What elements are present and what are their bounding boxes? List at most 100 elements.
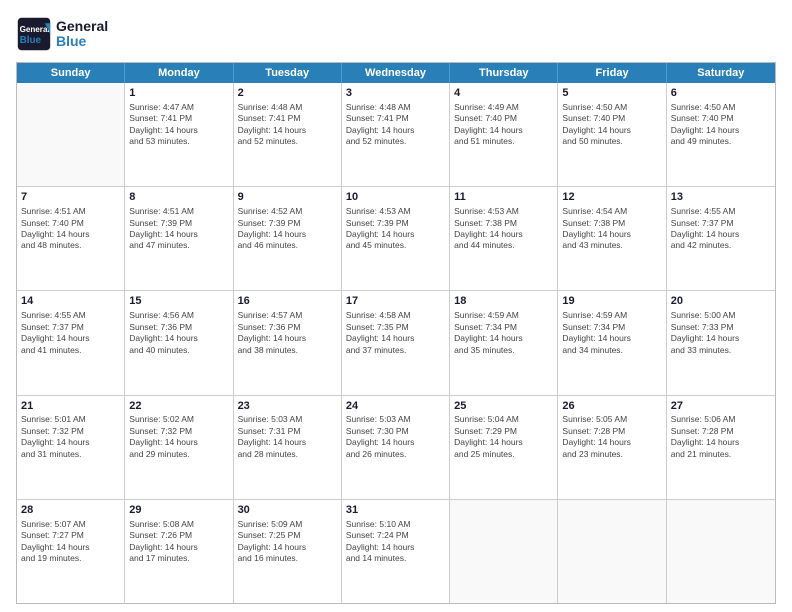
day-info: Sunrise: 4:54 AMSunset: 7:38 PMDaylight:… <box>562 206 661 252</box>
day-info: Sunrise: 4:50 AMSunset: 7:40 PMDaylight:… <box>562 102 661 148</box>
header: General Blue General Blue <box>16 16 776 52</box>
calendar-day-cell: 29Sunrise: 5:08 AMSunset: 7:26 PMDayligh… <box>125 500 233 603</box>
day-info: Sunrise: 4:51 AMSunset: 7:40 PMDaylight:… <box>21 206 120 252</box>
day-info: Sunrise: 4:52 AMSunset: 7:39 PMDaylight:… <box>238 206 337 252</box>
calendar-empty-cell <box>17 83 125 186</box>
day-number: 17 <box>346 294 445 309</box>
calendar-empty-cell <box>558 500 666 603</box>
day-number: 1 <box>129 86 228 101</box>
calendar-day-cell: 12Sunrise: 4:54 AMSunset: 7:38 PMDayligh… <box>558 187 666 290</box>
day-info: Sunrise: 4:53 AMSunset: 7:38 PMDaylight:… <box>454 206 553 252</box>
day-info: Sunrise: 5:02 AMSunset: 7:32 PMDaylight:… <box>129 414 228 460</box>
day-number: 30 <box>238 503 337 518</box>
calendar-day-cell: 28Sunrise: 5:07 AMSunset: 7:27 PMDayligh… <box>17 500 125 603</box>
calendar-empty-cell <box>450 500 558 603</box>
day-number: 26 <box>562 399 661 414</box>
day-info: Sunrise: 5:07 AMSunset: 7:27 PMDaylight:… <box>21 519 120 565</box>
day-info: Sunrise: 5:05 AMSunset: 7:28 PMDaylight:… <box>562 414 661 460</box>
calendar-day-cell: 31Sunrise: 5:10 AMSunset: 7:24 PMDayligh… <box>342 500 450 603</box>
day-number: 15 <box>129 294 228 309</box>
day-number: 12 <box>562 190 661 205</box>
day-info: Sunrise: 4:58 AMSunset: 7:35 PMDaylight:… <box>346 310 445 356</box>
day-number: 13 <box>671 190 771 205</box>
day-info: Sunrise: 5:03 AMSunset: 7:31 PMDaylight:… <box>238 414 337 460</box>
calendar-row: 7Sunrise: 4:51 AMSunset: 7:40 PMDaylight… <box>17 187 775 291</box>
day-info: Sunrise: 5:03 AMSunset: 7:30 PMDaylight:… <box>346 414 445 460</box>
calendar-day-cell: 11Sunrise: 4:53 AMSunset: 7:38 PMDayligh… <box>450 187 558 290</box>
day-number: 5 <box>562 86 661 101</box>
calendar-day-cell: 21Sunrise: 5:01 AMSunset: 7:32 PMDayligh… <box>17 396 125 499</box>
calendar-day-cell: 1Sunrise: 4:47 AMSunset: 7:41 PMDaylight… <box>125 83 233 186</box>
calendar-row: 21Sunrise: 5:01 AMSunset: 7:32 PMDayligh… <box>17 396 775 500</box>
calendar-day-cell: 18Sunrise: 4:59 AMSunset: 7:34 PMDayligh… <box>450 291 558 394</box>
day-info: Sunrise: 5:08 AMSunset: 7:26 PMDaylight:… <box>129 519 228 565</box>
day-number: 4 <box>454 86 553 101</box>
calendar-day-cell: 16Sunrise: 4:57 AMSunset: 7:36 PMDayligh… <box>234 291 342 394</box>
day-number: 24 <box>346 399 445 414</box>
day-number: 14 <box>21 294 120 309</box>
calendar-day-cell: 24Sunrise: 5:03 AMSunset: 7:30 PMDayligh… <box>342 396 450 499</box>
day-info: Sunrise: 4:49 AMSunset: 7:40 PMDaylight:… <box>454 102 553 148</box>
day-number: 25 <box>454 399 553 414</box>
day-number: 19 <box>562 294 661 309</box>
calendar-row: 14Sunrise: 4:55 AMSunset: 7:37 PMDayligh… <box>17 291 775 395</box>
day-number: 16 <box>238 294 337 309</box>
day-info: Sunrise: 4:48 AMSunset: 7:41 PMDaylight:… <box>346 102 445 148</box>
calendar-row: 1Sunrise: 4:47 AMSunset: 7:41 PMDaylight… <box>17 83 775 187</box>
weekday-header: Monday <box>125 63 233 83</box>
calendar-day-cell: 6Sunrise: 4:50 AMSunset: 7:40 PMDaylight… <box>667 83 775 186</box>
calendar-day-cell: 3Sunrise: 4:48 AMSunset: 7:41 PMDaylight… <box>342 83 450 186</box>
day-info: Sunrise: 4:59 AMSunset: 7:34 PMDaylight:… <box>454 310 553 356</box>
day-info: Sunrise: 5:09 AMSunset: 7:25 PMDaylight:… <box>238 519 337 565</box>
calendar: SundayMondayTuesdayWednesdayThursdayFrid… <box>16 62 776 604</box>
day-number: 18 <box>454 294 553 309</box>
logo-icon: General Blue <box>16 16 52 52</box>
calendar-day-cell: 14Sunrise: 4:55 AMSunset: 7:37 PMDayligh… <box>17 291 125 394</box>
calendar-day-cell: 22Sunrise: 5:02 AMSunset: 7:32 PMDayligh… <box>125 396 233 499</box>
weekday-header: Sunday <box>17 63 125 83</box>
day-number: 2 <box>238 86 337 101</box>
calendar-day-cell: 13Sunrise: 4:55 AMSunset: 7:37 PMDayligh… <box>667 187 775 290</box>
calendar-day-cell: 23Sunrise: 5:03 AMSunset: 7:31 PMDayligh… <box>234 396 342 499</box>
day-number: 6 <box>671 86 771 101</box>
day-info: Sunrise: 4:55 AMSunset: 7:37 PMDaylight:… <box>21 310 120 356</box>
day-info: Sunrise: 4:48 AMSunset: 7:41 PMDaylight:… <box>238 102 337 148</box>
calendar-day-cell: 17Sunrise: 4:58 AMSunset: 7:35 PMDayligh… <box>342 291 450 394</box>
day-info: Sunrise: 4:57 AMSunset: 7:36 PMDaylight:… <box>238 310 337 356</box>
calendar-day-cell: 20Sunrise: 5:00 AMSunset: 7:33 PMDayligh… <box>667 291 775 394</box>
day-number: 7 <box>21 190 120 205</box>
calendar-day-cell: 25Sunrise: 5:04 AMSunset: 7:29 PMDayligh… <box>450 396 558 499</box>
day-number: 11 <box>454 190 553 205</box>
day-info: Sunrise: 4:55 AMSunset: 7:37 PMDaylight:… <box>671 206 771 252</box>
calendar-day-cell: 2Sunrise: 4:48 AMSunset: 7:41 PMDaylight… <box>234 83 342 186</box>
day-number: 29 <box>129 503 228 518</box>
day-number: 31 <box>346 503 445 518</box>
calendar-day-cell: 26Sunrise: 5:05 AMSunset: 7:28 PMDayligh… <box>558 396 666 499</box>
day-number: 22 <box>129 399 228 414</box>
day-number: 21 <box>21 399 120 414</box>
day-info: Sunrise: 5:06 AMSunset: 7:28 PMDaylight:… <box>671 414 771 460</box>
calendar-body: 1Sunrise: 4:47 AMSunset: 7:41 PMDaylight… <box>17 83 775 603</box>
weekday-header: Wednesday <box>342 63 450 83</box>
day-number: 20 <box>671 294 771 309</box>
weekday-header: Thursday <box>450 63 558 83</box>
calendar-day-cell: 5Sunrise: 4:50 AMSunset: 7:40 PMDaylight… <box>558 83 666 186</box>
day-number: 8 <box>129 190 228 205</box>
svg-text:Blue: Blue <box>20 35 42 46</box>
day-number: 10 <box>346 190 445 205</box>
day-info: Sunrise: 4:50 AMSunset: 7:40 PMDaylight:… <box>671 102 771 148</box>
day-number: 3 <box>346 86 445 101</box>
day-info: Sunrise: 5:04 AMSunset: 7:29 PMDaylight:… <box>454 414 553 460</box>
calendar-day-cell: 30Sunrise: 5:09 AMSunset: 7:25 PMDayligh… <box>234 500 342 603</box>
day-info: Sunrise: 4:53 AMSunset: 7:39 PMDaylight:… <box>346 206 445 252</box>
logo: General Blue General Blue <box>16 16 108 52</box>
logo-text: General Blue <box>56 19 108 50</box>
calendar-day-cell: 15Sunrise: 4:56 AMSunset: 7:36 PMDayligh… <box>125 291 233 394</box>
calendar-day-cell: 7Sunrise: 4:51 AMSunset: 7:40 PMDaylight… <box>17 187 125 290</box>
day-number: 9 <box>238 190 337 205</box>
day-number: 27 <box>671 399 771 414</box>
day-info: Sunrise: 5:01 AMSunset: 7:32 PMDaylight:… <box>21 414 120 460</box>
day-info: Sunrise: 4:56 AMSunset: 7:36 PMDaylight:… <box>129 310 228 356</box>
calendar-row: 28Sunrise: 5:07 AMSunset: 7:27 PMDayligh… <box>17 500 775 603</box>
calendar-day-cell: 10Sunrise: 4:53 AMSunset: 7:39 PMDayligh… <box>342 187 450 290</box>
